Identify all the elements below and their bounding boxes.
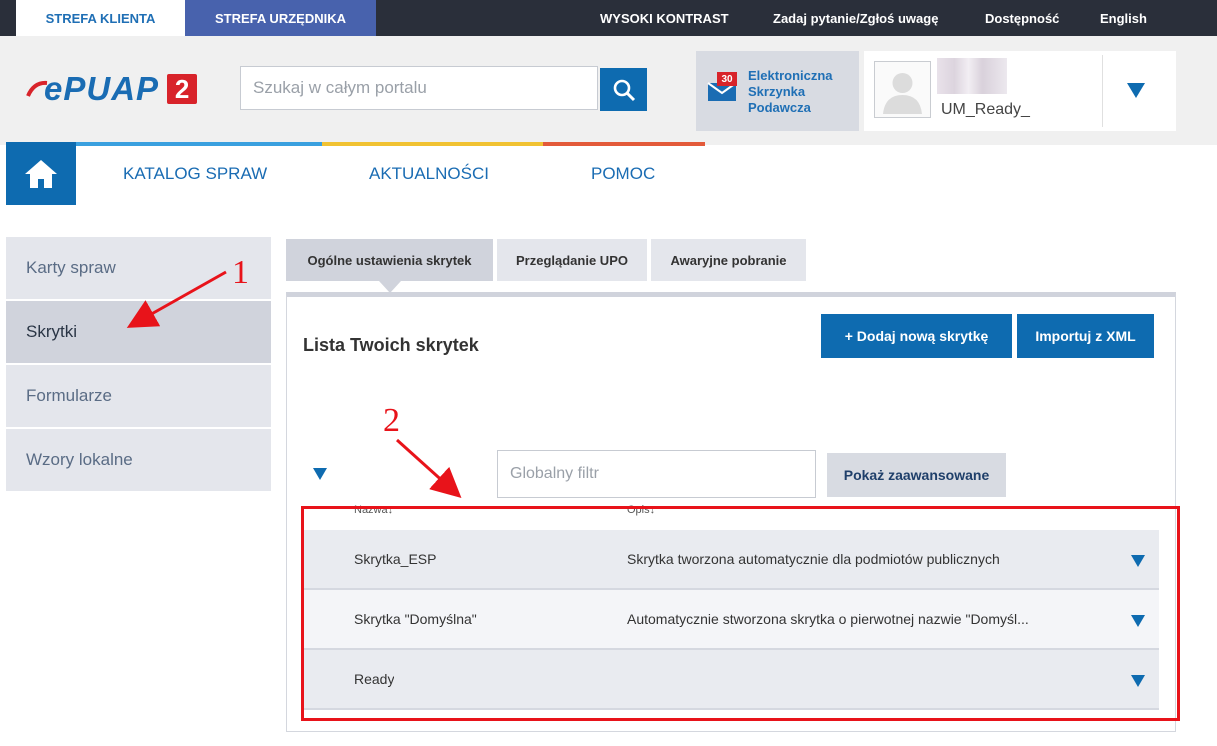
- avatar[interactable]: [874, 61, 931, 118]
- home-icon: [25, 159, 57, 188]
- sidebar-item-wzory-lokalne[interactable]: Wzory lokalne: [6, 429, 271, 491]
- search-button[interactable]: [600, 68, 647, 111]
- tab-przegladanie-upo[interactable]: Przeglądanie UPO: [497, 239, 647, 281]
- tab-awaryjne-pobranie[interactable]: Awaryjne pobranie: [651, 239, 806, 281]
- import-xml-button[interactable]: Importuj z XML: [1017, 314, 1154, 358]
- user-silhouette-icon: [883, 73, 922, 114]
- nav-katalog-spraw[interactable]: KATALOG SPRAW: [123, 164, 267, 184]
- tab-strefa-urzednika[interactable]: STREFA URZĘDNIKA: [185, 0, 376, 36]
- nav-accent-line-3: [543, 142, 705, 146]
- esp-label[interactable]: Elektroniczna Skrzynka Podawcza: [748, 68, 858, 116]
- blurred-user-info: [937, 58, 1007, 94]
- tab-ogolne-ustawienia[interactable]: Ogólne ustawienia skrytek: [286, 239, 493, 281]
- annotation-number-1: 1: [232, 254, 249, 291]
- annotation-highlight-box: [301, 506, 1180, 721]
- search-input[interactable]: [240, 66, 598, 110]
- user-divider: [1102, 55, 1103, 127]
- add-mailbox-button[interactable]: + Dodaj nową skrytkę: [821, 314, 1012, 358]
- logo-text: ePUAP: [44, 70, 160, 107]
- nav-accent-line-2: [322, 142, 543, 146]
- username: UM_Ready_: [941, 101, 1030, 118]
- esp-count-badge: 30: [717, 72, 737, 86]
- feedback-link[interactable]: Zadaj pytanie/Zgłoś uwagę: [773, 0, 938, 36]
- user-menu-chevron-down-icon[interactable]: [1127, 83, 1145, 98]
- show-advanced-button[interactable]: Pokaż zaawansowane: [827, 453, 1006, 497]
- logo-badge: 2: [167, 74, 198, 104]
- nav-accent-line-1: [76, 142, 322, 146]
- accessibility-link[interactable]: Dostępność: [985, 0, 1059, 36]
- nav-pomoc[interactable]: POMOC: [591, 164, 655, 184]
- sidebar-item-skrytki[interactable]: Skrytki: [6, 301, 271, 363]
- epuap-logo[interactable]: ePUAP 2: [26, 70, 198, 107]
- nav-aktualnosci[interactable]: AKTUALNOŚCI: [369, 164, 489, 184]
- sidebar-item-formularze[interactable]: Formularze: [6, 365, 271, 427]
- panel-title: Lista Twoich skrytek: [303, 335, 479, 355]
- global-filter-input[interactable]: [497, 450, 816, 498]
- home-button[interactable]: [6, 142, 76, 205]
- search-icon: [613, 79, 635, 101]
- collapse-chevron-down-icon[interactable]: [313, 468, 327, 480]
- english-link[interactable]: English: [1100, 0, 1147, 36]
- annotation-number-2: 2: [383, 402, 400, 439]
- high-contrast-link[interactable]: WYSOKI KONTRAST: [600, 0, 729, 36]
- tab-strefa-klienta[interactable]: STREFA KLIENTA: [16, 0, 185, 36]
